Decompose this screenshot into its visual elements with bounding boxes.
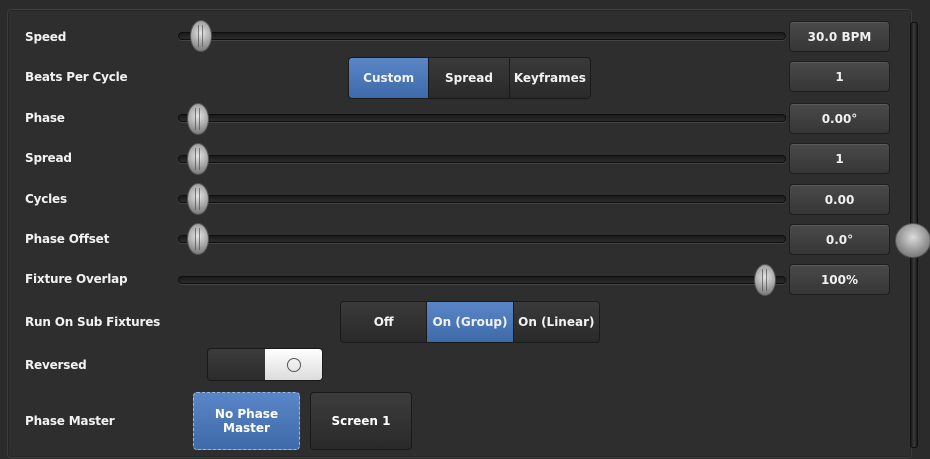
cycles-value-button[interactable]: 0.00 (789, 184, 890, 215)
screen-1-button[interactable]: Screen 1 (310, 392, 412, 450)
speed-slider-track[interactable] (178, 32, 786, 40)
spread-slider-track[interactable] (178, 155, 786, 163)
no-phase-master-button[interactable]: No Phase Master (193, 392, 300, 450)
phase-slider-track[interactable] (178, 114, 786, 122)
run-on-sub-fixtures-label: Run On Sub Fixtures (25, 315, 161, 329)
reversed-label: Reversed (25, 358, 87, 372)
phase-offset-slider-track[interactable] (178, 235, 786, 243)
fixture-overlap-label: Fixture Overlap (25, 272, 128, 286)
toggle-off-side (208, 349, 265, 380)
fixture-overlap-value-button[interactable]: 100% (789, 264, 890, 295)
fixture-overlap-slider-track[interactable] (178, 276, 786, 284)
on-group-option[interactable]: On (Group) (427, 302, 514, 342)
custom-option[interactable]: Custom (349, 58, 430, 98)
beats-per-cycle-value-button[interactable]: 1 (789, 61, 890, 92)
spread-label: Spread (25, 151, 72, 165)
spread-value-button[interactable]: 1 (789, 143, 890, 174)
phase-slider-thumb[interactable] (187, 103, 209, 135)
speed-slider-thumb[interactable] (190, 20, 212, 52)
speed-label: Speed (25, 30, 67, 44)
fixture-overlap-slider-thumb[interactable] (754, 264, 776, 296)
phase-offset-slider-thumb[interactable] (187, 223, 209, 255)
cycles-slider-thumb[interactable] (187, 183, 209, 215)
cycles-label: Cycles (25, 192, 67, 206)
spread-slider-thumb[interactable] (187, 143, 209, 175)
keyframes-option[interactable]: Keyframes (509, 58, 590, 98)
reversed-toggle[interactable] (207, 348, 323, 381)
phase-value-button[interactable]: 0.00° (789, 103, 890, 134)
phase-offset-label: Phase Offset (25, 232, 110, 246)
phase-offset-value-button[interactable]: 0.0° (789, 224, 890, 255)
toggle-on-side (265, 349, 322, 380)
run-on-sub-fixtures-selector: Off On (Group) On (Linear) (340, 301, 600, 343)
phase-label: Phase (25, 111, 65, 125)
speed-value-button[interactable]: 30.0 BPM (789, 21, 890, 52)
beats-per-cycle-label: Beats Per Cycle (25, 70, 128, 84)
scrollbar-thumb[interactable] (895, 223, 930, 258)
off-option[interactable]: Off (341, 302, 428, 342)
spread-option[interactable]: Spread (429, 58, 510, 98)
beats-per-cycle-selector: Custom Spread Keyframes (348, 57, 591, 99)
phase-master-label: Phase Master (25, 414, 115, 428)
on-linear-option[interactable]: On (Linear) (513, 302, 599, 342)
cycles-slider-track[interactable] (178, 195, 786, 203)
circle-icon (286, 357, 301, 372)
